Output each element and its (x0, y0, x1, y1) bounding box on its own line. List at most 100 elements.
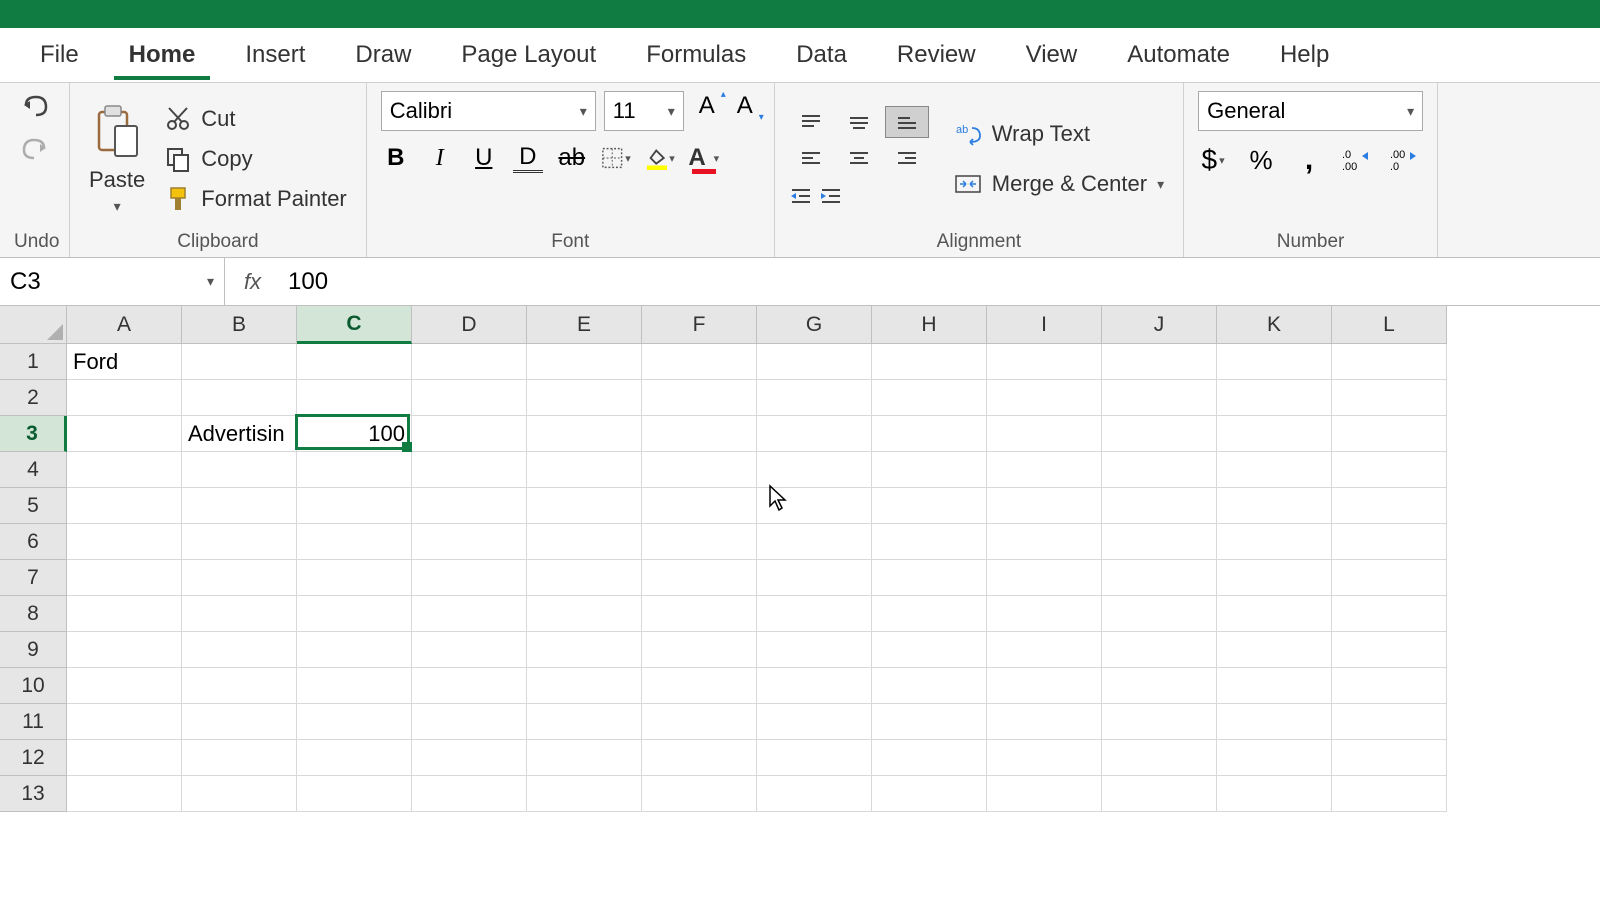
cell-H7[interactable] (872, 560, 987, 596)
cell-L13[interactable] (1332, 776, 1447, 812)
cell-D5[interactable] (412, 488, 527, 524)
row-header-12[interactable]: 12 (0, 740, 67, 776)
tab-formulas[interactable]: Formulas (621, 31, 771, 79)
cell-F9[interactable] (642, 632, 757, 668)
cell-A2[interactable] (67, 380, 182, 416)
cell-F5[interactable] (642, 488, 757, 524)
cell-H12[interactable] (872, 740, 987, 776)
cell-A10[interactable] (67, 668, 182, 704)
cell-B1[interactable] (182, 344, 297, 380)
cell-J2[interactable] (1102, 380, 1217, 416)
cell-K12[interactable] (1217, 740, 1332, 776)
column-header-G[interactable]: G (757, 306, 872, 344)
cell-D11[interactable] (412, 704, 527, 740)
cell-I10[interactable] (987, 668, 1102, 704)
cell-L7[interactable] (1332, 560, 1447, 596)
cell-K7[interactable] (1217, 560, 1332, 596)
cell-I12[interactable] (987, 740, 1102, 776)
cell-A8[interactable] (67, 596, 182, 632)
row-header-4[interactable]: 4 (0, 452, 67, 488)
column-header-A[interactable]: A (67, 306, 182, 344)
column-header-L[interactable]: L (1332, 306, 1447, 344)
cell-D1[interactable] (412, 344, 527, 380)
cell-J11[interactable] (1102, 704, 1217, 740)
cell-B9[interactable] (182, 632, 297, 668)
cell-E8[interactable] (527, 596, 642, 632)
cell-C7[interactable] (297, 560, 412, 596)
cell-F2[interactable] (642, 380, 757, 416)
wrap-text-button[interactable]: ab Wrap Text (949, 118, 1169, 150)
cell-K3[interactable] (1217, 416, 1332, 452)
cell-C6[interactable] (297, 524, 412, 560)
cell-D9[interactable] (412, 632, 527, 668)
cell-E5[interactable] (527, 488, 642, 524)
cell-L8[interactable] (1332, 596, 1447, 632)
align-bottom-button[interactable] (885, 106, 929, 138)
cell-C2[interactable] (297, 380, 412, 416)
cell-A11[interactable] (67, 704, 182, 740)
cut-button[interactable]: Cut (160, 103, 352, 135)
cell-I1[interactable] (987, 344, 1102, 380)
cell-A7[interactable] (67, 560, 182, 596)
cell-B11[interactable] (182, 704, 297, 740)
cell-I2[interactable] (987, 380, 1102, 416)
cell-G10[interactable] (757, 668, 872, 704)
row-header-8[interactable]: 8 (0, 596, 67, 632)
increase-decimal-button[interactable]: .0.00 (1342, 145, 1372, 175)
cell-B12[interactable] (182, 740, 297, 776)
tab-page-layout[interactable]: Page Layout (436, 31, 621, 79)
cell-C1[interactable] (297, 344, 412, 380)
cell-E13[interactable] (527, 776, 642, 812)
select-all-corner[interactable] (0, 306, 67, 344)
cell-A9[interactable] (67, 632, 182, 668)
cell-A13[interactable] (67, 776, 182, 812)
font-size-combo[interactable]: 11▾ (604, 91, 684, 131)
formula-input[interactable]: 100 (280, 268, 1600, 296)
increase-indent-button[interactable] (819, 180, 843, 212)
cell-L3[interactable] (1332, 416, 1447, 452)
cell-C4[interactable] (297, 452, 412, 488)
cell-F1[interactable] (642, 344, 757, 380)
cell-D8[interactable] (412, 596, 527, 632)
align-right-button[interactable] (885, 142, 929, 174)
cell-K1[interactable] (1217, 344, 1332, 380)
row-header-9[interactable]: 9 (0, 632, 67, 668)
cell-J5[interactable] (1102, 488, 1217, 524)
cell-E1[interactable] (527, 344, 642, 380)
cell-K9[interactable] (1217, 632, 1332, 668)
cell-K8[interactable] (1217, 596, 1332, 632)
cell-A6[interactable] (67, 524, 182, 560)
cell-F4[interactable] (642, 452, 757, 488)
currency-button[interactable]: $▾ (1198, 145, 1228, 175)
cell-J3[interactable] (1102, 416, 1217, 452)
cell-E2[interactable] (527, 380, 642, 416)
align-top-button[interactable] (789, 106, 833, 138)
cell-F10[interactable] (642, 668, 757, 704)
column-header-B[interactable]: B (182, 306, 297, 344)
cell-I9[interactable] (987, 632, 1102, 668)
cell-A12[interactable] (67, 740, 182, 776)
cell-C10[interactable] (297, 668, 412, 704)
row-header-7[interactable]: 7 (0, 560, 67, 596)
cell-L12[interactable] (1332, 740, 1447, 776)
cell-B7[interactable] (182, 560, 297, 596)
cell-H9[interactable] (872, 632, 987, 668)
redo-icon[interactable] (18, 134, 52, 162)
cell-K5[interactable] (1217, 488, 1332, 524)
tab-insert[interactable]: Insert (220, 31, 330, 79)
bold-button[interactable]: B (381, 143, 411, 173)
comma-button[interactable]: , (1294, 145, 1324, 175)
italic-button[interactable]: I (425, 143, 455, 173)
cell-L6[interactable] (1332, 524, 1447, 560)
cell-B13[interactable] (182, 776, 297, 812)
row-header-3[interactable]: 3 (0, 416, 67, 452)
column-header-K[interactable]: K (1217, 306, 1332, 344)
cell-C12[interactable] (297, 740, 412, 776)
cell-B4[interactable] (182, 452, 297, 488)
cell-H1[interactable] (872, 344, 987, 380)
tab-review[interactable]: Review (872, 31, 1001, 79)
cell-H6[interactable] (872, 524, 987, 560)
cell-D12[interactable] (412, 740, 527, 776)
cell-E11[interactable] (527, 704, 642, 740)
cell-H2[interactable] (872, 380, 987, 416)
